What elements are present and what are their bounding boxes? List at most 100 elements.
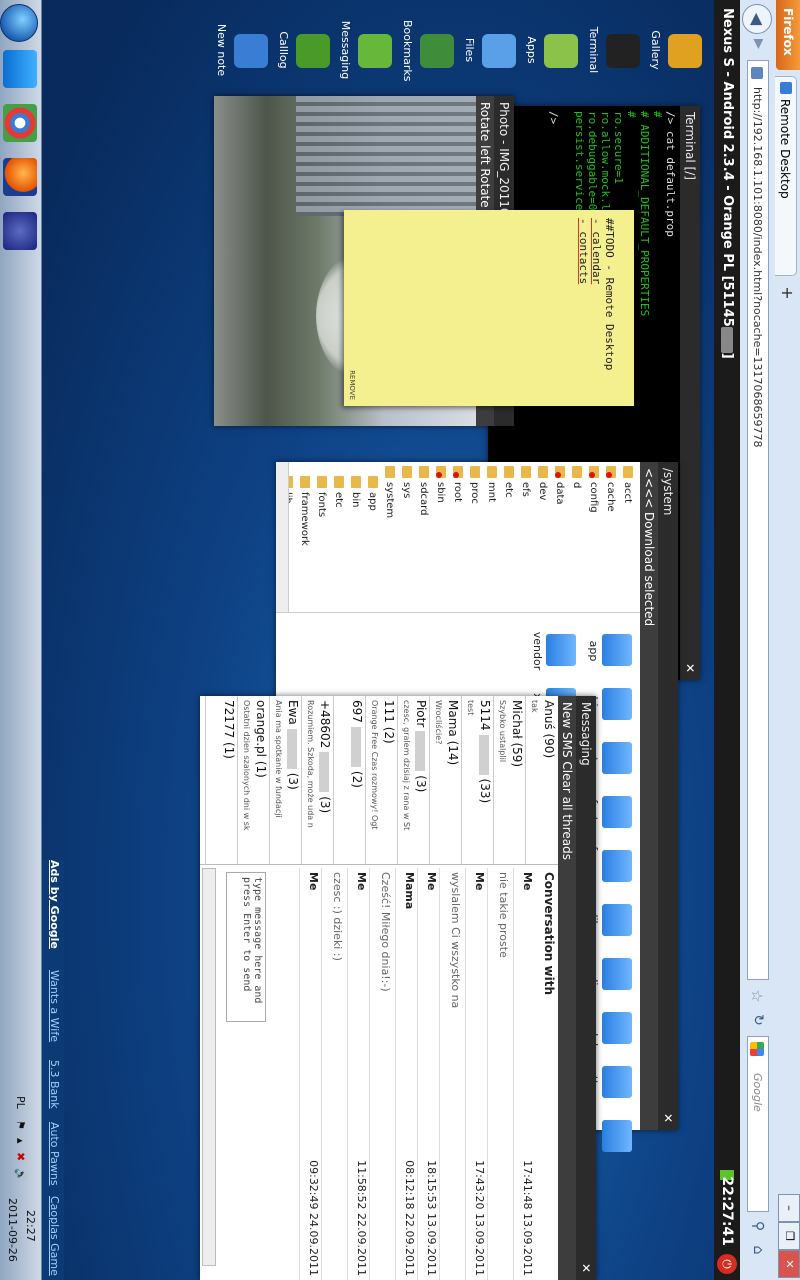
phone-icon (296, 34, 330, 68)
thread-item[interactable]: 697 (2) (333, 696, 366, 864)
tree-item[interactable]: data (551, 466, 568, 505)
firefox-icon[interactable] (3, 158, 37, 196)
folder-icon (602, 1012, 632, 1044)
volume-icon[interactable]: 🔊 (14, 1168, 27, 1182)
minimize-button[interactable]: – (778, 1194, 800, 1222)
tray-arrow-icon[interactable]: ▴ (14, 1138, 27, 1144)
thread-item[interactable]: Piotr (3) czesc, gralem dzisiaj z rana w S… (397, 696, 430, 864)
tree-item[interactable]: sys (398, 466, 415, 498)
message-input[interactable]: type message here and press Enter to sen… (226, 872, 266, 1022)
tree-item[interactable]: etc (500, 466, 517, 498)
tree-item[interactable]: mnt (483, 466, 500, 502)
tree-item[interactable]: sbin (432, 466, 449, 503)
thread-item[interactable]: orange.pl (1) Ostatni dzien szalonych dni… (237, 696, 270, 864)
tree-item[interactable]: bin (347, 476, 364, 507)
messaging-toolbar[interactable]: New SMS Clear all threads (558, 696, 576, 1280)
conversation-scrollbar[interactable] (202, 868, 216, 1266)
search-input[interactable]: Google (747, 1036, 769, 1212)
thread-item[interactable]: 111 (2) Orange Free Czas rozmowy! Ogt (365, 696, 398, 864)
tree-item[interactable]: sdcard (415, 466, 432, 515)
tree-item[interactable]: system (381, 466, 398, 518)
sticky-note[interactable]: ##TODO - Remote Desktop - calendar - con… (344, 210, 634, 406)
maximize-button[interactable]: ❐ (778, 1222, 800, 1250)
directory-tree[interactable]: medialibframeworkfontsetcbinappsystemsys… (276, 462, 640, 613)
tree-item[interactable]: proc (466, 466, 483, 504)
url-bar[interactable]: http://192.168.1.101:8080/index.html?noc… (747, 60, 769, 980)
file-item[interactable]: app (578, 624, 634, 674)
conversation-message[interactable]: nie takie proste (487, 868, 514, 1280)
thread-item[interactable]: Anuś (90) tak (525, 696, 558, 864)
tree-scrollbar[interactable] (276, 462, 289, 612)
tree-item[interactable]: acct (619, 466, 636, 503)
thread-list[interactable]: Anuś (90) tak Michał (59) Szybko ustalplil 5… (200, 696, 558, 865)
ad-link[interactable]: Auto Pawns (48, 1122, 61, 1186)
tray-flag-icon[interactable]: ⚑ (14, 1120, 27, 1130)
close-icon[interactable]: ✕ (658, 1110, 678, 1126)
skype-icon[interactable] (3, 50, 37, 88)
message-sender: Me (425, 872, 438, 891)
tree-item[interactable]: d (568, 466, 585, 488)
note-text[interactable]: ##TODO - Remote Desktop - calendar - con… (577, 218, 616, 400)
remove-note-button[interactable]: REMOVE (348, 370, 356, 400)
home-icon[interactable]: ⌂ (748, 1240, 768, 1260)
back-button[interactable]: ◀ (742, 4, 772, 34)
ad-link[interactable]: 5.3 Bank (48, 1060, 61, 1109)
ad-link[interactable]: Wants a Wife (48, 970, 61, 1042)
close-icon[interactable]: ✕ (576, 1260, 596, 1276)
messaging-title: Messaging (576, 696, 596, 1280)
thread-item[interactable]: 72177 (1) (205, 696, 238, 864)
conversation-message[interactable]: Me 09:32:49 24.09.2011 (299, 868, 322, 1280)
ad-link[interactable]: Caoplas Game (48, 1196, 61, 1276)
close-button[interactable]: ✕ (778, 1250, 800, 1278)
restricted-dot-icon (436, 472, 442, 478)
network-icon[interactable]: ✖ (14, 1152, 27, 1161)
tree-item[interactable]: cache (602, 466, 619, 512)
reload-icon[interactable]: ↻ (748, 1010, 768, 1030)
search-icon[interactable]: ⚲ (748, 1216, 768, 1236)
file-item[interactable]: vendor (522, 624, 578, 674)
thread-item[interactable]: Michał (59) Szybko ustalplil (493, 696, 526, 864)
thread-item[interactable]: +48602 (3) Rozumiem. Szkoda, może uda n (301, 696, 334, 864)
thread-item[interactable]: Mama (14) Wrocliście? (429, 696, 462, 864)
thread-item[interactable]: 5114 (33) test (461, 696, 494, 864)
tree-item[interactable]: fonts (313, 476, 330, 517)
thread-preview: Orange Free Czas rozmowy! Ogt (370, 700, 379, 830)
tree-item[interactable]: dev (534, 466, 551, 500)
tree-item-label: bin (350, 492, 361, 508)
ads-label[interactable]: Ads by Google (48, 860, 61, 949)
forward-button[interactable]: ▶ (748, 34, 768, 54)
conversation-message[interactable]: Me 17:41:48 13.09.2011 (513, 868, 536, 1280)
conversation-message[interactable]: Me 17:43:20 13.09.2011 (465, 868, 488, 1280)
language-indicator[interactable]: PL (14, 1096, 27, 1109)
site-identity-icon[interactable] (751, 67, 763, 79)
folder-icon (504, 466, 514, 478)
messaging-window[interactable]: Messaging ✕ New SMS Clear all threads An… (200, 696, 596, 1280)
close-icon[interactable]: ✕ (680, 660, 700, 676)
new-tab-button[interactable]: + (775, 282, 797, 304)
taskbar-date[interactable]: 2011-09-26 (6, 1198, 19, 1262)
download-selected-button[interactable]: <<<< Download selected (640, 462, 658, 1130)
bookmark-star-icon[interactable]: ☆ (747, 986, 767, 1006)
conversation-message[interactable]: Cześć! Miłego dnia!:-) (369, 868, 396, 1280)
tree-item[interactable]: framework (296, 476, 313, 546)
taskbar-time[interactable]: 22:27 (24, 1210, 37, 1242)
conversation-message[interactable]: wyslalem Ci wszystko na (439, 868, 466, 1280)
thread-item[interactable]: Ewa (3) Ania ma spotkanie w fundacji (269, 696, 302, 864)
tab-remote-desktop[interactable]: Remote Desktop (775, 76, 797, 276)
power-icon[interactable]: ⏻ (717, 1254, 737, 1274)
tree-item[interactable]: app (364, 476, 381, 511)
firefox-menu-button[interactable]: Firefox (776, 0, 800, 70)
tree-item[interactable]: etc (330, 476, 347, 508)
start-button[interactable] (0, 4, 38, 42)
chrome-icon[interactable] (3, 104, 37, 142)
eclipse-icon[interactable] (3, 212, 37, 250)
tree-item[interactable]: root (449, 466, 466, 502)
tree-item[interactable]: config (585, 466, 602, 513)
terminal-icon (606, 34, 640, 68)
tree-item[interactable]: efs (517, 466, 534, 497)
conversation-message[interactable]: czesc :) dzieki :) (321, 868, 348, 1280)
windows-taskbar: PL ⚑ ▴ ✖ 🔊 22:27 2011-09-26 (0, 0, 42, 1280)
conversation-message[interactable]: Mama 08:12:18 22.09.2011 (395, 868, 418, 1280)
conversation-message[interactable]: Me 18:15:53 13.09.2011 (417, 868, 440, 1280)
conversation-message[interactable]: Me 11:58:52 22.09.2011 (347, 868, 370, 1280)
